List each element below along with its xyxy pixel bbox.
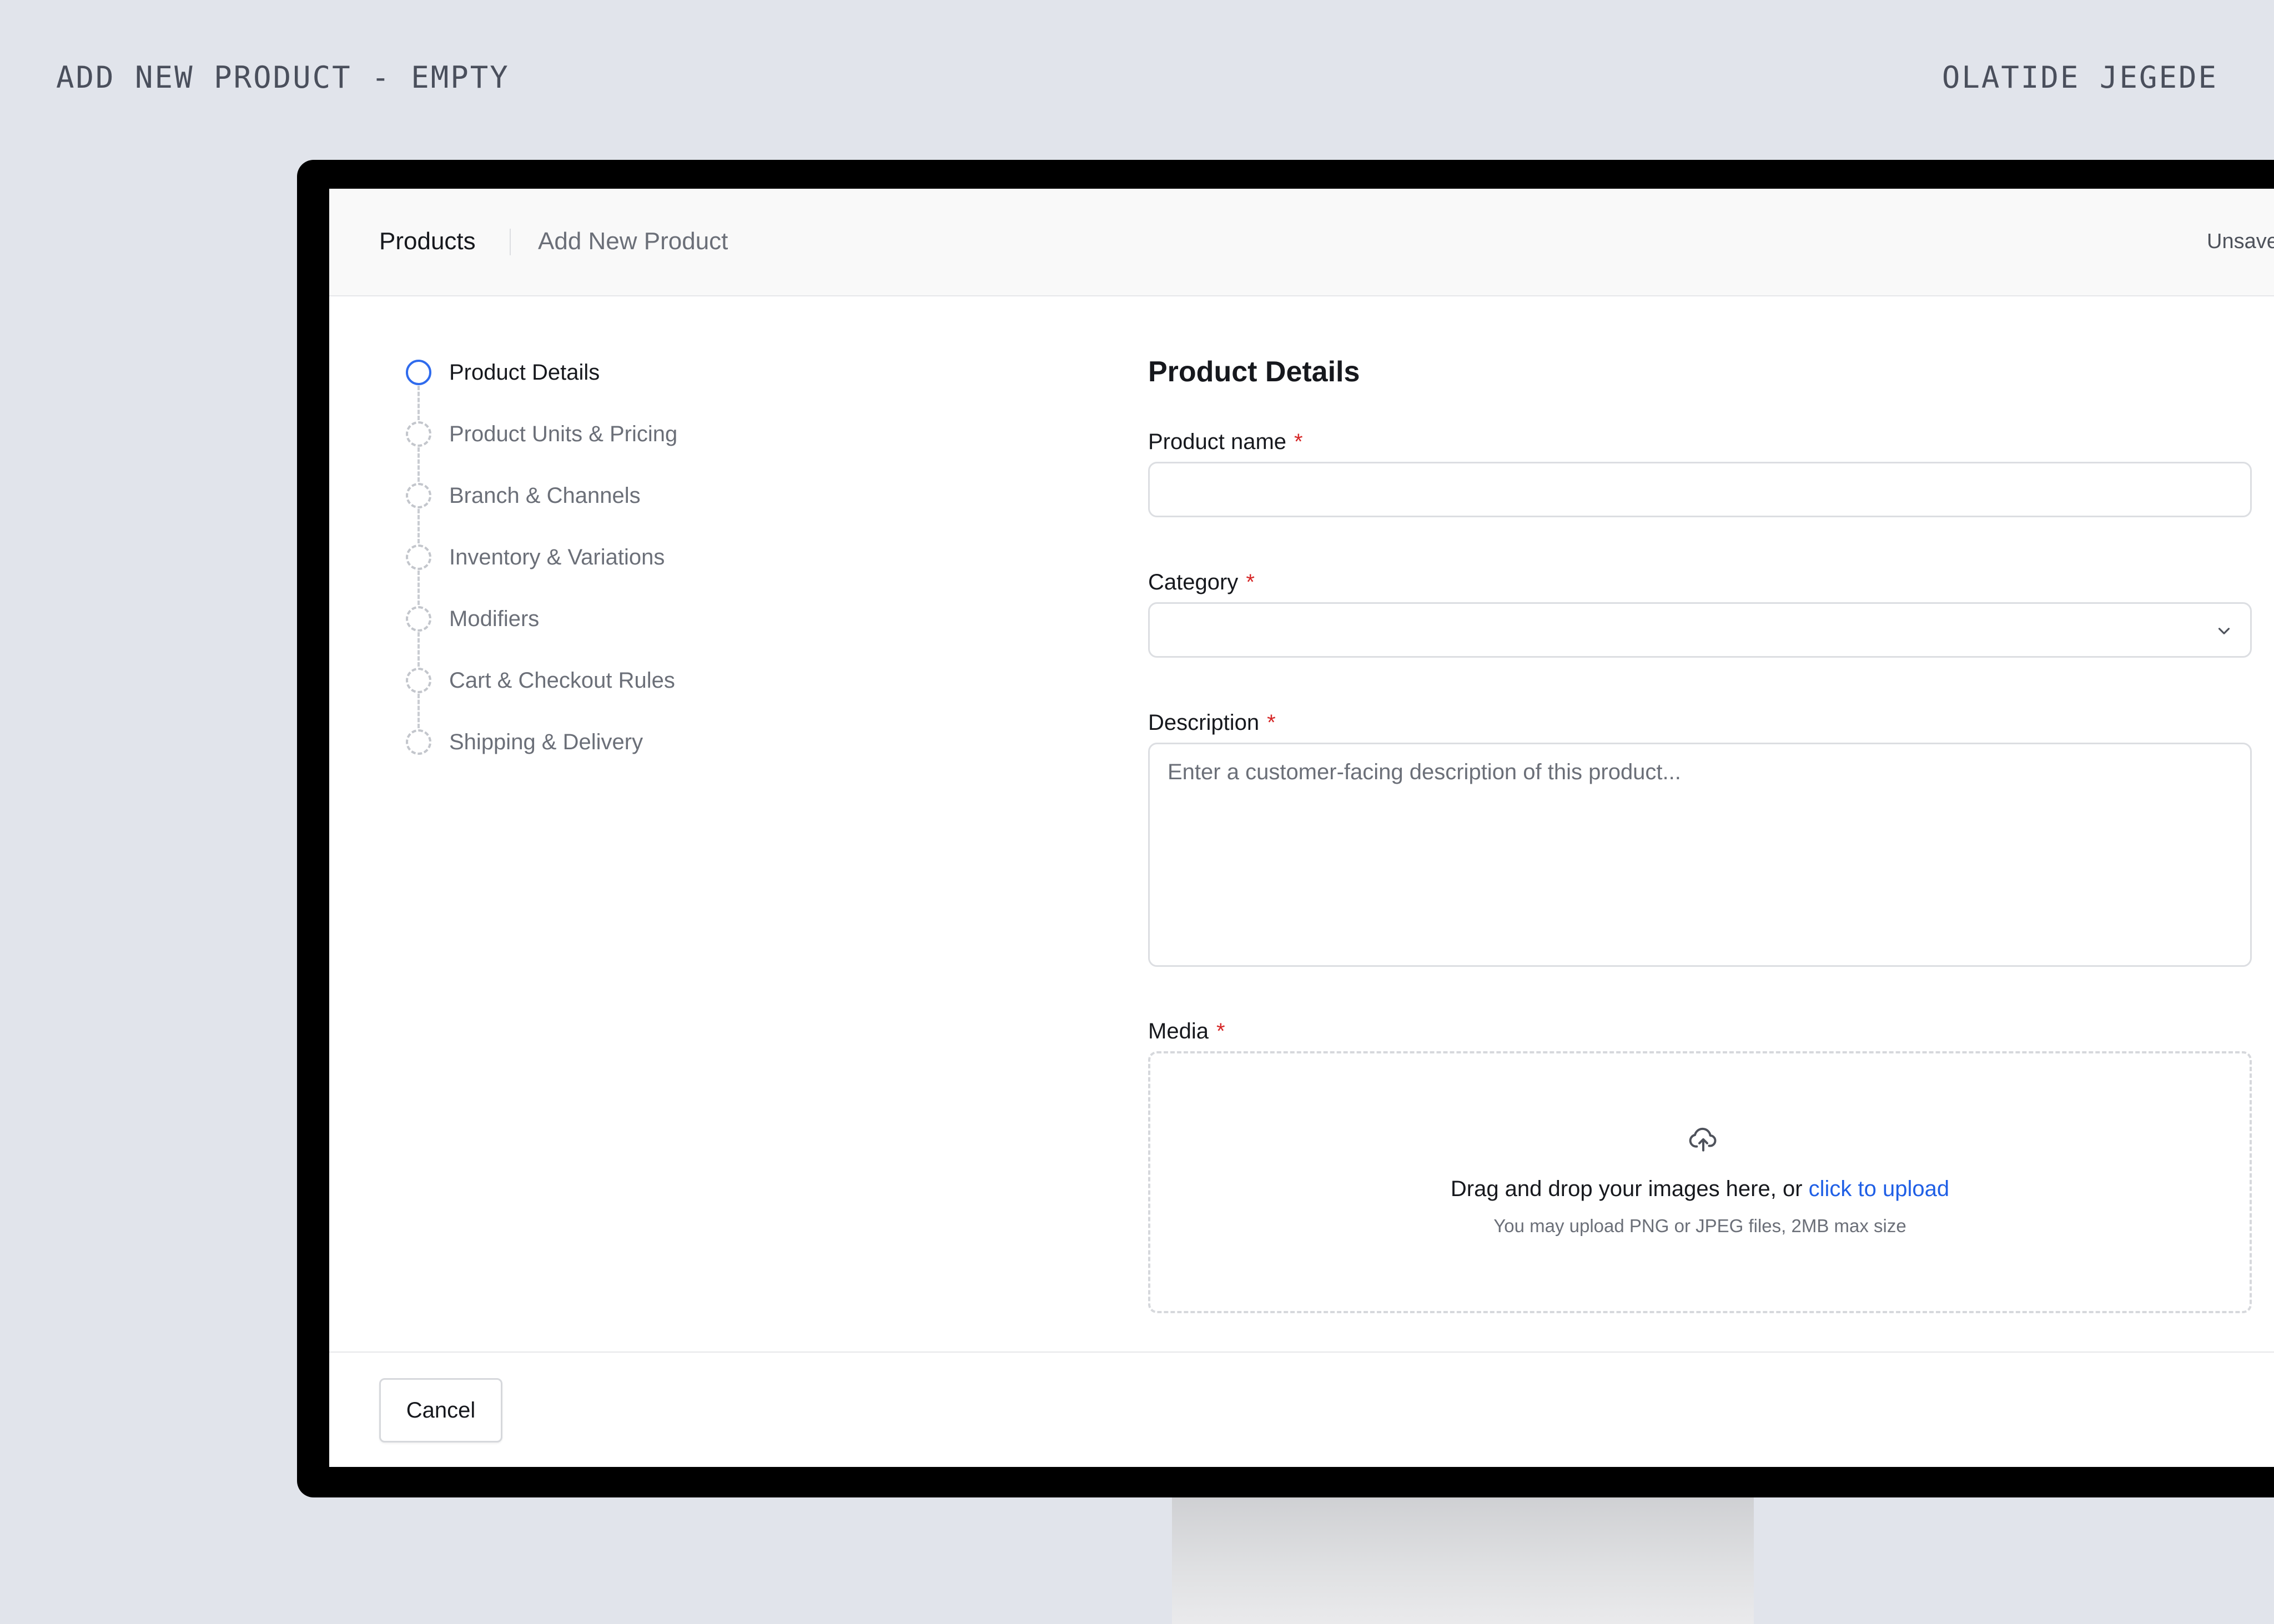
step-cart-checkout-rules[interactable]: Cart & Checkout Rules — [406, 666, 675, 695]
required-marker: * — [1294, 430, 1303, 454]
dropzone-instruction: Drag and drop your images here, or — [1450, 1177, 1803, 1201]
step-label: Branch & Channels — [449, 483, 641, 508]
circle-dashed-icon — [406, 606, 431, 632]
circle-dashed-icon — [406, 729, 431, 755]
step-product-units-pricing[interactable]: Product Units & Pricing — [406, 420, 677, 448]
step-branch-channels[interactable]: Branch & Channels — [406, 481, 641, 510]
dropzone-hint: You may upload PNG or JPEG files, 2MB ma… — [1493, 1216, 1906, 1236]
category-label: Category * — [1148, 570, 1255, 595]
step-connector — [417, 571, 420, 605]
cloud-upload-icon — [1689, 1127, 1717, 1152]
circle-dashed-icon — [406, 544, 431, 570]
step-inventory-variations[interactable]: Inventory & Variations — [406, 543, 665, 572]
category-label-text: Category — [1148, 570, 1239, 594]
dropzone-text: Drag and drop your images here, or click… — [1150, 1177, 2250, 1202]
media-label-text: Media — [1148, 1019, 1209, 1043]
product-name-input[interactable] — [1148, 462, 2252, 517]
product-name-label-text: Product name — [1148, 430, 1287, 454]
circle-active-icon — [406, 360, 431, 385]
step-connector — [417, 447, 420, 482]
step-label: Product Details — [449, 360, 600, 385]
footer-bar: Cancel — [329, 1351, 2274, 1467]
top-bar: Products Add New Product Unsave — [329, 189, 2274, 296]
app-window: Products Add New Product Unsave Product … — [329, 189, 2274, 1467]
caption-title: ADD NEW PRODUCT - EMPTY — [56, 60, 510, 95]
step-label: Modifiers — [449, 606, 540, 631]
step-product-details[interactable]: Product Details — [406, 358, 600, 387]
save-status: Unsave — [2207, 230, 2274, 253]
caption-author: OLATIDE JEGEDE — [1941, 60, 2218, 95]
step-connector — [417, 694, 420, 728]
click-to-upload-link[interactable]: click to upload — [1809, 1177, 1949, 1201]
step-label: Inventory & Variations — [449, 544, 665, 569]
circle-dashed-icon — [406, 668, 431, 693]
breadcrumb-products[interactable]: Products — [379, 228, 476, 255]
step-label: Product Units & Pricing — [449, 421, 678, 446]
category-select[interactable] — [1148, 602, 2252, 658]
step-label: Cart & Checkout Rules — [449, 668, 675, 693]
chevron-down-icon — [2218, 628, 2230, 634]
breadcrumb-current: Add New Product — [538, 228, 728, 255]
media-label: Media * — [1148, 1019, 1225, 1044]
breadcrumb-divider — [510, 229, 511, 255]
required-marker: * — [1216, 1019, 1225, 1043]
description-textarea[interactable] — [1148, 743, 2252, 967]
step-connector — [417, 632, 420, 667]
cancel-button[interactable]: Cancel — [379, 1378, 502, 1443]
step-label: Shipping & Delivery — [449, 729, 643, 754]
step-connector — [417, 509, 420, 543]
section-title: Product Details — [1148, 356, 1360, 388]
step-modifiers[interactable]: Modifiers — [406, 604, 539, 633]
required-marker: * — [1267, 710, 1276, 735]
required-marker: * — [1246, 570, 1255, 594]
circle-dashed-icon — [406, 483, 431, 508]
description-label-text: Description — [1148, 710, 1260, 735]
media-dropzone[interactable]: Drag and drop your images here, or click… — [1148, 1051, 2252, 1313]
step-connector — [417, 386, 420, 420]
step-shipping-delivery[interactable]: Shipping & Delivery — [406, 728, 643, 756]
circle-dashed-icon — [406, 421, 431, 447]
product-name-label: Product name * — [1148, 430, 1303, 455]
description-label: Description * — [1148, 710, 1276, 735]
monitor-stand — [1172, 1496, 1754, 1624]
